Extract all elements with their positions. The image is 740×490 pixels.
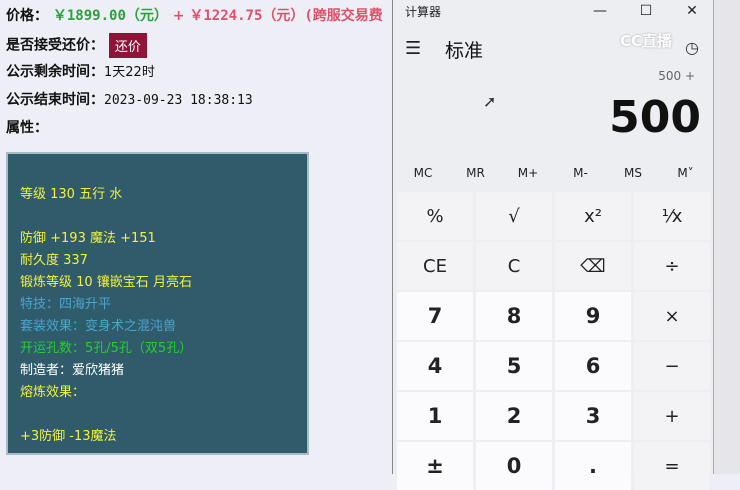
attribute-line: 开运孔数：5孔/5孔（双5孔）: [20, 341, 193, 356]
expression: 500 +: [658, 69, 695, 83]
history-icon[interactable]: ◷: [685, 38, 699, 57]
key-button[interactable]: 1: [397, 392, 473, 440]
attr-label: 属性：: [6, 120, 48, 136]
key-button[interactable]: ÷: [634, 242, 710, 290]
key-button[interactable]: x²: [555, 192, 631, 240]
attribute-line: [20, 404, 295, 426]
key-button[interactable]: %: [397, 192, 473, 240]
key-button[interactable]: 2: [476, 392, 552, 440]
price-main: ￥1899.00（元）: [52, 8, 168, 24]
minimize-button[interactable]: —: [577, 0, 623, 22]
attribute-line: 等级 130 五行 水: [20, 187, 123, 202]
end-value: 2023-09-23 18:38:13: [104, 93, 253, 108]
price-label: 价格：: [6, 8, 48, 24]
background-window: [714, 0, 740, 474]
end-label: 公示结束时间：: [6, 92, 104, 108]
attribute-line: 锻炼等级 10 镶嵌宝石 月亮石: [20, 275, 192, 290]
display: 500: [609, 92, 701, 143]
remain-label: 公示剩余时间：: [6, 64, 104, 80]
price-fee: ￥1224.75（元）(跨服交易费: [189, 8, 383, 24]
attribute-line: 制造者：爱欣猪猪: [20, 363, 125, 378]
key-button[interactable]: 0: [476, 442, 552, 490]
key-button[interactable]: ¹⁄x: [634, 192, 710, 240]
maximize-button[interactable]: ☐: [623, 0, 669, 22]
attribute-line: [20, 206, 295, 228]
key-button[interactable]: 9: [555, 292, 631, 340]
bargain-label: 是否接受还价：: [6, 37, 104, 54]
watermark-logo: CC直播: [620, 32, 673, 50]
key-button[interactable]: 7: [397, 292, 473, 340]
menu-icon[interactable]: ☰: [405, 38, 421, 59]
mouse-cursor-icon: ➚: [483, 92, 497, 111]
memory-button[interactable]: M-: [555, 166, 607, 180]
key-button[interactable]: 4: [397, 342, 473, 390]
key-button[interactable]: −: [634, 342, 710, 390]
plus-sign: +: [172, 8, 185, 24]
remain-row: 公示剩余时间：1天22时: [6, 61, 155, 81]
attribute-line: 特技：四海升平: [20, 297, 112, 312]
mode-title: 标准: [445, 40, 484, 62]
attribute-line: +3防御 -13魔法: [20, 429, 117, 444]
price-row: 价格： ￥1899.00（元） + ￥1224.75（元）(跨服交易费: [6, 5, 383, 25]
bargain-row: 是否接受还价： 还价: [6, 33, 147, 58]
memory-button[interactable]: MR: [450, 166, 502, 180]
key-button[interactable]: +: [634, 392, 710, 440]
key-button[interactable]: 3: [555, 392, 631, 440]
key-button[interactable]: C: [476, 242, 552, 290]
close-button[interactable]: ✕: [669, 0, 715, 22]
end-row: 公示结束时间：2023-09-23 18:38:13: [6, 89, 253, 109]
key-button[interactable]: =: [634, 442, 710, 490]
key-button[interactable]: 8: [476, 292, 552, 340]
attribute-line: 熔炼效果：: [20, 385, 86, 400]
key-button[interactable]: √: [476, 192, 552, 240]
memory-button[interactable]: MS: [607, 166, 659, 180]
attribute-line: 防御 +193 魔法 +151: [20, 231, 156, 246]
bargain-button[interactable]: 还价: [108, 33, 147, 58]
memory-button[interactable]: MC: [397, 166, 449, 180]
key-button[interactable]: 5: [476, 342, 552, 390]
remain-value: 1天22时: [104, 65, 155, 80]
key-button[interactable]: .: [555, 442, 631, 490]
key-button[interactable]: CE: [397, 242, 473, 290]
key-button[interactable]: ±: [397, 442, 473, 490]
key-button[interactable]: ×: [634, 292, 710, 340]
key-button[interactable]: 6: [555, 342, 631, 390]
attribute-line: 套装效果：变身术之混沌兽: [20, 319, 177, 334]
memory-button[interactable]: M+: [502, 166, 554, 180]
attributes-panel: 等级 130 五行 水防御 +193 魔法 +151 耐久度 337 锻炼等级 10…: [6, 152, 309, 455]
listing-page: 价格： ￥1899.00（元） + ￥1224.75（元）(跨服交易费 是否接受…: [0, 0, 392, 474]
memory-button[interactable]: M˅: [660, 166, 712, 180]
attribute-line: 耐久度 337: [20, 253, 88, 268]
key-button[interactable]: ⌫: [555, 242, 631, 290]
calculator-window: 计算器 — ☐ ✕ ☰ 标准 ◷ 500 + ➚ 500 MC MR M+ M- MS M…: [392, 0, 715, 490]
window-title: 计算器: [405, 5, 442, 19]
